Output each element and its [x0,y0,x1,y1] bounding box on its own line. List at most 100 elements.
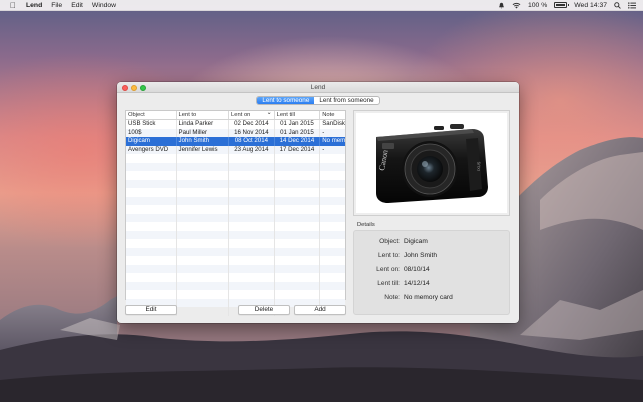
table-row-empty[interactable] [126,179,345,188]
table-row-selected[interactable]: Digicam John Smith 08 Oct 2014 14 Dec 20… [126,137,345,146]
add-button[interactable]: Add [294,305,346,315]
edit-button[interactable]: Edit [125,305,177,315]
cell-empty [320,231,345,240]
cell-empty [177,264,230,273]
cell-empty [229,290,275,299]
cell-empty [126,264,177,273]
tab-lent-from-someone[interactable]: Lent from someone [314,97,378,104]
cell-empty [320,265,345,274]
cell-empty [320,248,345,257]
table-row-empty[interactable] [126,188,345,197]
close-button[interactable] [122,84,128,91]
table-row-empty[interactable] [126,230,345,240]
menu-window[interactable]: Window [92,0,116,11]
cell-empty [229,239,275,248]
details-panel: Object: Digicam Lent to: John Smith Lent… [353,230,510,315]
cell-object: Digicam [126,137,177,146]
cell-empty [177,154,230,163]
apple-icon[interactable]:  [0,0,26,11]
notification-center-icon[interactable] [628,1,636,9]
cell-note: No mem [322,137,346,144]
cell-empty [126,162,177,171]
table-row-empty[interactable] [126,222,345,231]
minimize-button[interactable] [131,84,137,91]
detail-row-lent-to: Lent to: John Smith [354,251,511,260]
table-row-empty[interactable] [126,213,345,222]
cell-empty [320,197,345,206]
menu-file[interactable]: File [51,0,62,11]
cell-empty [177,298,230,307]
column-header-object[interactable]: Object [126,111,177,119]
cell-empty [229,188,275,197]
cell-lent-on: 08 Oct 2014 [229,137,275,146]
table-row[interactable]: 100$ Paul Miller 16 Nov 2014 01 Jan 2015… [126,128,345,137]
detail-key: Lent on: [376,266,400,273]
cell-empty [275,264,321,273]
column-header-lent-to[interactable]: Lent to [177,111,230,119]
table-row-empty[interactable] [126,162,345,171]
cell-lent-to: Paul Miller [177,128,230,137]
cell-empty [126,154,177,163]
menu-app-name[interactable]: Lend [26,0,42,11]
table-row-empty[interactable] [126,247,345,257]
segmented-control: Lent to someone Lent from someone [256,95,380,105]
lend-table[interactable]: Object Lent to Lent on Lent till Note US… [125,109,346,316]
table-row[interactable]: USB Stick Linda Parker 02 Dec 2014 01 Ja… [126,120,345,129]
table-row[interactable]: Avengers DVD Jennifer Lewis 23 Aug 2014 … [126,145,345,154]
cell-empty [229,281,275,290]
clock[interactable]: Wed 14:37 [574,0,607,11]
maximize-button[interactable] [140,84,146,91]
cell-empty [126,222,177,231]
table-row-empty[interactable] [126,154,345,163]
tab-lent-to-someone[interactable]: Lent to someone [257,96,315,104]
notification-icon[interactable] [498,2,505,9]
cell-empty [320,239,345,248]
camera-image: Canon IXUS [376,124,488,203]
delete-button[interactable]: Delete [238,305,290,315]
column-header-note[interactable]: Note [320,111,345,119]
cell-empty [177,273,230,282]
table-row-empty[interactable] [126,264,345,274]
detail-value: 14/12/14 [404,280,430,287]
cell-empty [126,281,177,290]
cell-lent-on: 23 Aug 2014 [229,145,275,154]
cell-lent-on: 02 Dec 2014 [229,120,275,129]
cell-empty [126,188,177,197]
cell-empty [320,205,345,214]
cell-empty [275,273,321,282]
battery-icon[interactable] [554,2,570,8]
table-row-empty[interactable] [126,205,345,214]
cell-empty [275,247,321,256]
cell-empty [177,171,230,180]
column-header-lent-till[interactable]: Lent till [275,111,321,119]
cell-object: 100$ [126,128,177,137]
menu-edit[interactable]: Edit [71,0,83,11]
table-row-empty[interactable] [126,171,345,180]
table-row-empty[interactable] [126,196,345,206]
table-row-empty[interactable] [126,239,345,248]
wifi-icon[interactable] [512,2,521,9]
table-row-empty[interactable] [126,273,345,282]
table-row-empty[interactable] [126,290,345,299]
column-header-lent-on[interactable]: Lent on [229,109,275,119]
table-row-empty[interactable] [126,281,345,290]
cell-empty [229,179,275,188]
cell-empty [126,205,177,214]
cell-empty [275,222,321,231]
object-image-well[interactable]: Canon IXUS [353,110,510,216]
cell-empty [177,222,230,231]
cell-empty [229,154,275,163]
detail-key: Note: [384,294,400,301]
cell-empty [275,171,321,180]
cell-object: Avengers DVD [126,145,177,154]
cell-empty [229,264,275,273]
cell-empty [126,196,177,205]
window-titlebar[interactable]: Lend [117,82,519,93]
cell-empty [229,230,275,239]
table-row-empty[interactable] [126,256,345,265]
cell-empty [320,273,345,282]
cell-empty [126,247,177,256]
detail-row-object: Object: Digicam [354,237,511,246]
spotlight-icon[interactable] [614,1,621,9]
cell-empty [177,162,230,171]
